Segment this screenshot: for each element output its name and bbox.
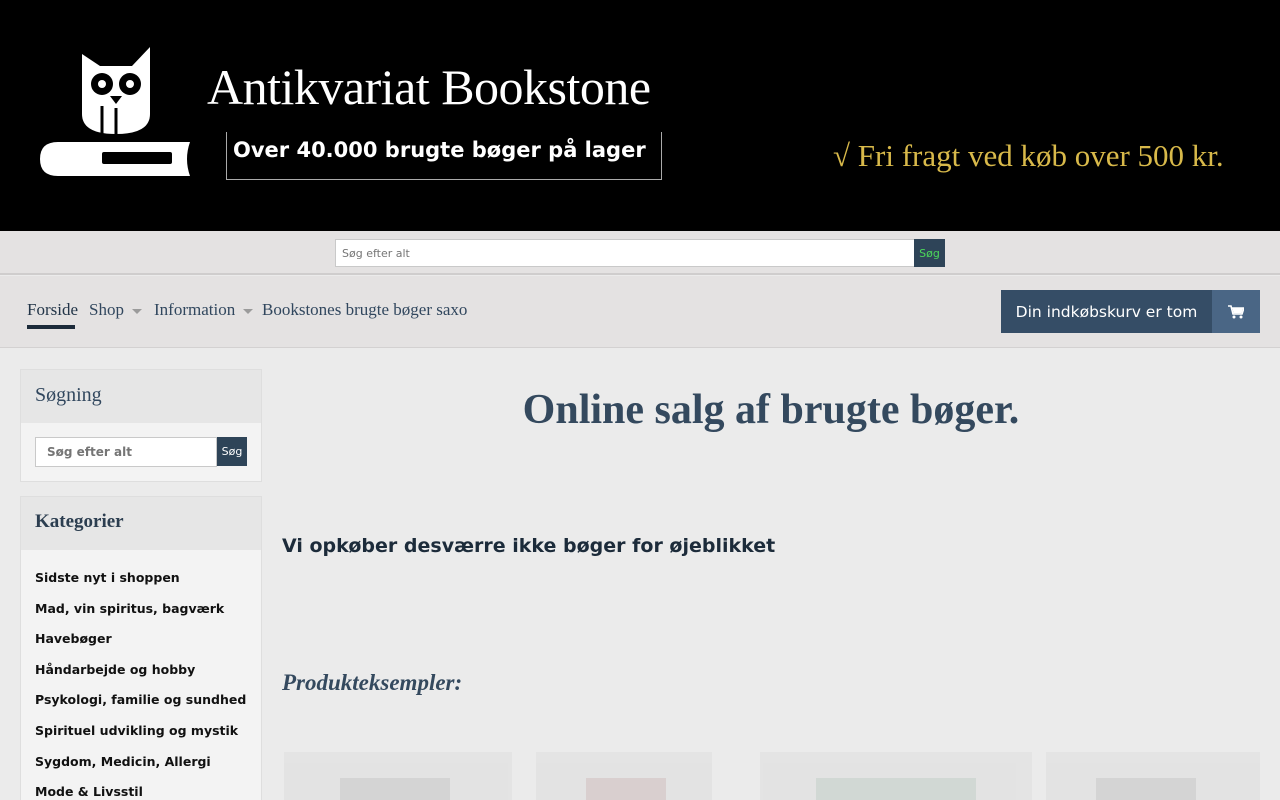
site-banner: Antikvariat Bookstone Over 40.000 brugte… — [0, 0, 1280, 231]
book-cover-image — [340, 778, 450, 800]
nav-item-information[interactable]: Information — [154, 300, 254, 320]
site-subtitle-box: Over 40.000 brugte bøger på lager — [226, 132, 662, 180]
nav-item-saxo[interactable]: Bookstones brugte bøger saxo — [262, 300, 467, 320]
top-search-bar: Søg — [0, 231, 1280, 275]
category-item[interactable]: Håndarbejde og hobby — [21, 662, 261, 693]
category-item[interactable]: Havebøger — [21, 631, 261, 662]
nav-item-information-label: Information — [154, 300, 236, 319]
buying-notice: Vi opkøber desværre ikke bøger for øjebl… — [282, 535, 776, 557]
category-item[interactable]: Psykologi, familie og sundhed — [21, 692, 261, 723]
shopping-cart-icon — [1212, 290, 1260, 333]
chevron-down-icon — [243, 308, 254, 314]
cart-status-label: Din indkøbskurv er tom — [1015, 302, 1198, 321]
category-item[interactable]: Sygdom, Medicin, Allergi — [21, 754, 261, 785]
sidebar-search-box: Søgning Søg — [20, 369, 262, 482]
product-thumbnail[interactable] — [760, 752, 1032, 800]
chevron-down-icon — [131, 308, 142, 314]
product-examples-heading: Produkteksempler: — [282, 670, 463, 695]
product-thumbnail[interactable] — [1046, 752, 1260, 800]
product-thumbnail[interactable] — [284, 752, 512, 800]
sidebar-categories-box: Kategorier Sidste nyt i shoppen Mad, vin… — [20, 496, 262, 800]
active-nav-indicator — [27, 325, 75, 329]
page-title: Online salg af brugte bøger. — [522, 387, 1020, 433]
main-navigation: Forside Shop Information Bookstones brug… — [0, 276, 1280, 348]
cart-button[interactable]: Din indkøbskurv er tom — [1001, 290, 1260, 333]
category-item[interactable]: Spirituel udvikling og mystik — [21, 723, 261, 754]
nav-item-forside[interactable]: Forside — [27, 300, 78, 320]
nav-item-shop-label: Shop — [89, 300, 124, 319]
product-thumbnail[interactable] — [536, 752, 712, 800]
category-item[interactable]: Sidste nyt i shoppen — [21, 570, 261, 601]
book-cover-image — [586, 778, 666, 800]
sidebar-search-input[interactable] — [35, 437, 217, 467]
top-search-input[interactable] — [335, 239, 915, 267]
sidebar-search-button[interactable]: Søg — [217, 437, 247, 466]
top-search-button[interactable]: Søg — [914, 239, 945, 267]
free-shipping-notice: √ Fri fragt ved køb over 500 kr. — [833, 138, 1224, 173]
site-subtitle: Over 40.000 brugte bøger på lager — [233, 138, 646, 162]
sidebar-search-title: Søgning — [21, 370, 261, 423]
nav-item-shop[interactable]: Shop — [89, 300, 142, 320]
category-list: Sidste nyt i shoppen Mad, vin spiritus, … — [21, 550, 261, 800]
site-title[interactable]: Antikvariat Bookstone — [207, 58, 651, 116]
categories-title: Kategorier — [21, 497, 261, 550]
book-cover-image — [816, 778, 976, 800]
category-item[interactable]: Mode & Livsstil — [21, 784, 261, 800]
category-item[interactable]: Mad, vin spiritus, bagværk — [21, 601, 261, 632]
owl-book-logo[interactable] — [40, 44, 195, 184]
book-cover-image — [1096, 778, 1196, 800]
